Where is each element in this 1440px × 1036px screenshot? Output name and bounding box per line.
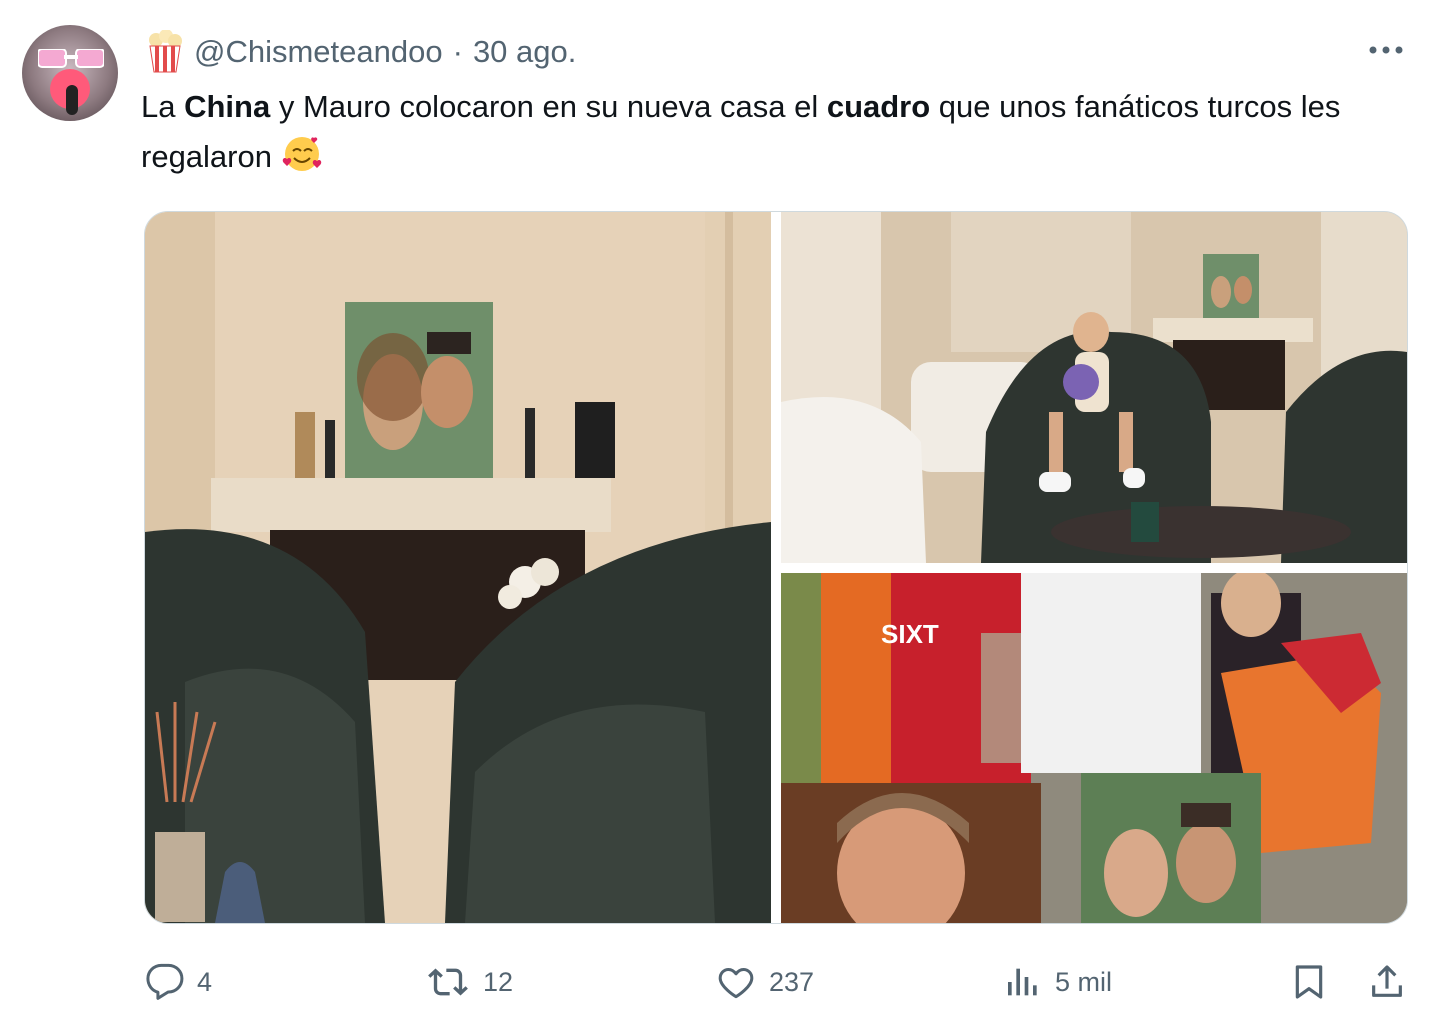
analytics-icon — [1008, 968, 1037, 996]
author-handle[interactable]: @Chismeteandoo — [194, 34, 443, 70]
smiling-face-with-hearts-icon — [282, 137, 322, 171]
living-room-illustration — [145, 212, 771, 923]
text-bold-cuadro: cuadro — [826, 89, 931, 124]
retweet-button[interactable]: 12 — [425, 952, 513, 1012]
reply-count: 4 — [197, 966, 213, 997]
fans-portraits-illustration: SIXT — [781, 573, 1407, 923]
text-part: y Mauro colocaron en su nueva casa el — [270, 89, 827, 124]
tweet-text: La China y Mauro colocaron en su nueva c… — [141, 82, 1401, 182]
fans-with-portraits-photo[interactable]: SIXT — [781, 573, 1407, 923]
heart-icon — [718, 968, 754, 999]
retweet-count: 12 — [483, 966, 514, 997]
bookmark-icon — [1295, 965, 1323, 999]
share-icon — [1372, 965, 1402, 997]
ellipsis-icon — [1369, 46, 1403, 54]
tweet-header: @Chismeteandoo · 30 ago. — [146, 28, 576, 76]
like-count: 237 — [769, 966, 815, 997]
reply-button[interactable]: 4 — [145, 952, 212, 1012]
tweet-actions: 4 12 237 5 mil — [141, 952, 1411, 1012]
text-bold-china: China — [184, 89, 271, 124]
girl-armchair-illustration — [781, 212, 1407, 563]
retweet-icon — [428, 968, 468, 996]
sunglasses-icon — [38, 49, 104, 68]
reply-icon — [146, 963, 184, 1000]
avatar[interactable] — [22, 25, 118, 121]
views-button[interactable]: 5 mil — [1003, 952, 1112, 1012]
more-options-icon[interactable] — [1366, 30, 1406, 70]
microphone-icon — [66, 85, 78, 115]
header-separator: · — [452, 34, 463, 69]
like-button[interactable]: 237 — [715, 952, 814, 1012]
popcorn-icon — [149, 30, 182, 73]
svg-text:SIXT: SIXT — [881, 619, 939, 649]
media-grid: SIXT — [144, 211, 1408, 924]
text-part: La — [141, 89, 185, 124]
tweet-date[interactable]: 30 ago. — [473, 34, 576, 70]
views-count: 5 mil — [1055, 966, 1113, 997]
girl-in-armchair-photo[interactable] — [781, 212, 1407, 563]
bookmark-button[interactable] — [1289, 952, 1329, 1012]
living-room-photo[interactable] — [145, 212, 771, 923]
share-button[interactable] — [1367, 952, 1407, 1012]
